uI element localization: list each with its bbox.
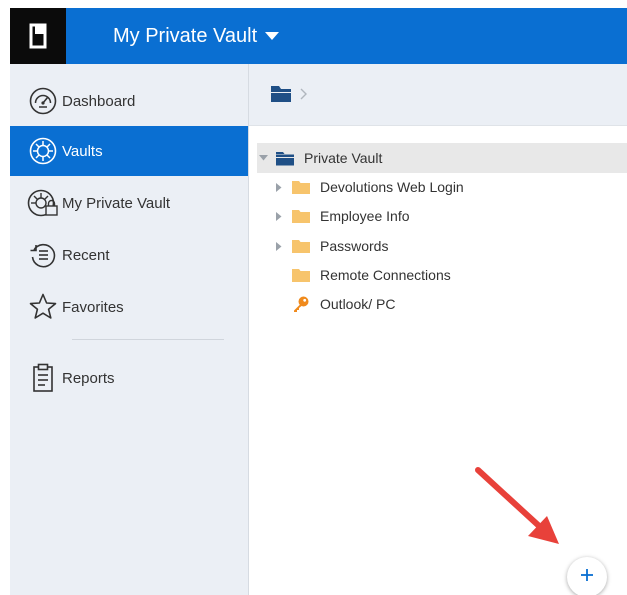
vault-dial-icon — [26, 134, 60, 168]
tree-node-devolutions-web-login[interactable]: Devolutions Web Login — [273, 172, 627, 202]
logo[interactable] — [10, 8, 66, 64]
breadcrumb — [249, 64, 627, 126]
sidebar-item-label: Reports — [62, 369, 115, 387]
expand-arrow-right-icon[interactable] — [273, 181, 285, 193]
top-bar: My Private Vault — [10, 8, 627, 64]
caret-down-icon — [265, 31, 280, 41]
tree-node-label: Devolutions Web Login — [320, 179, 464, 195]
app-window: My Private Vault Dashboard Vaults My Pri… — [10, 8, 627, 595]
sidebar-item-label: My Private Vault — [62, 194, 171, 212]
sidebar-item-label: Favorites — [62, 298, 124, 316]
clipboard-icon — [26, 361, 60, 395]
tree-node-remote-connections[interactable]: Remote Connections — [273, 260, 627, 290]
chevron-right-icon — [299, 87, 309, 101]
tree-node-label: Private Vault — [304, 150, 383, 166]
sidebar-item-label: Recent — [62, 246, 110, 264]
sidebar-item-label: Vaults — [62, 142, 103, 160]
sidebar-item-my-private-vault[interactable]: My Private Vault — [10, 178, 248, 228]
tree-node-label: Passwords — [320, 238, 389, 254]
expand-arrow-down-icon[interactable] — [257, 152, 269, 164]
folder-icon — [291, 267, 311, 283]
private-vault-icon — [26, 186, 60, 220]
device-icon — [29, 23, 47, 49]
sidebar-item-vaults[interactable]: Vaults — [10, 126, 248, 176]
sidebar-item-recent[interactable]: Recent — [10, 230, 248, 280]
add-entry-button[interactable] — [567, 557, 607, 595]
sidebar-item-dashboard[interactable]: Dashboard — [10, 76, 248, 126]
sidebar-item-reports[interactable]: Reports — [10, 353, 248, 403]
key-icon — [291, 296, 311, 312]
speedometer-icon — [26, 84, 60, 118]
folder-icon — [291, 238, 311, 254]
vault-selector-label: My Private Vault — [113, 24, 258, 47]
vault-tree: Private Vault Devolutions Web Login Empl… — [249, 125, 627, 595]
sidebar-divider — [72, 339, 224, 340]
folder-icon — [291, 208, 311, 224]
tree-node-private-vault[interactable]: Private Vault — [257, 143, 627, 173]
star-icon — [26, 290, 60, 324]
tree-node-passwords[interactable]: Passwords — [273, 231, 627, 261]
tree-node-employee-info[interactable]: Employee Info — [273, 201, 627, 231]
sidebar: Dashboard Vaults My Private Vault Recent… — [10, 64, 249, 595]
sidebar-item-label: Dashboard — [62, 92, 136, 110]
expand-arrow-right-icon[interactable] — [273, 210, 285, 222]
plus-icon — [580, 568, 594, 587]
tree-node-outlook-pc[interactable]: Outlook/ PC — [273, 289, 627, 319]
sidebar-item-favorites[interactable]: Favorites — [10, 282, 248, 332]
tree-node-label: Outlook/ PC — [320, 296, 396, 312]
history-icon — [26, 238, 60, 272]
tree-node-label: Remote Connections — [320, 267, 451, 283]
tree-node-label: Employee Info — [320, 208, 410, 224]
folder-stack-icon — [275, 150, 295, 166]
folder-icon — [291, 179, 311, 195]
folder-stack-icon[interactable] — [269, 85, 293, 103]
vault-selector[interactable]: My Private Vault — [113, 8, 280, 64]
expand-arrow-right-icon[interactable] — [273, 240, 285, 252]
